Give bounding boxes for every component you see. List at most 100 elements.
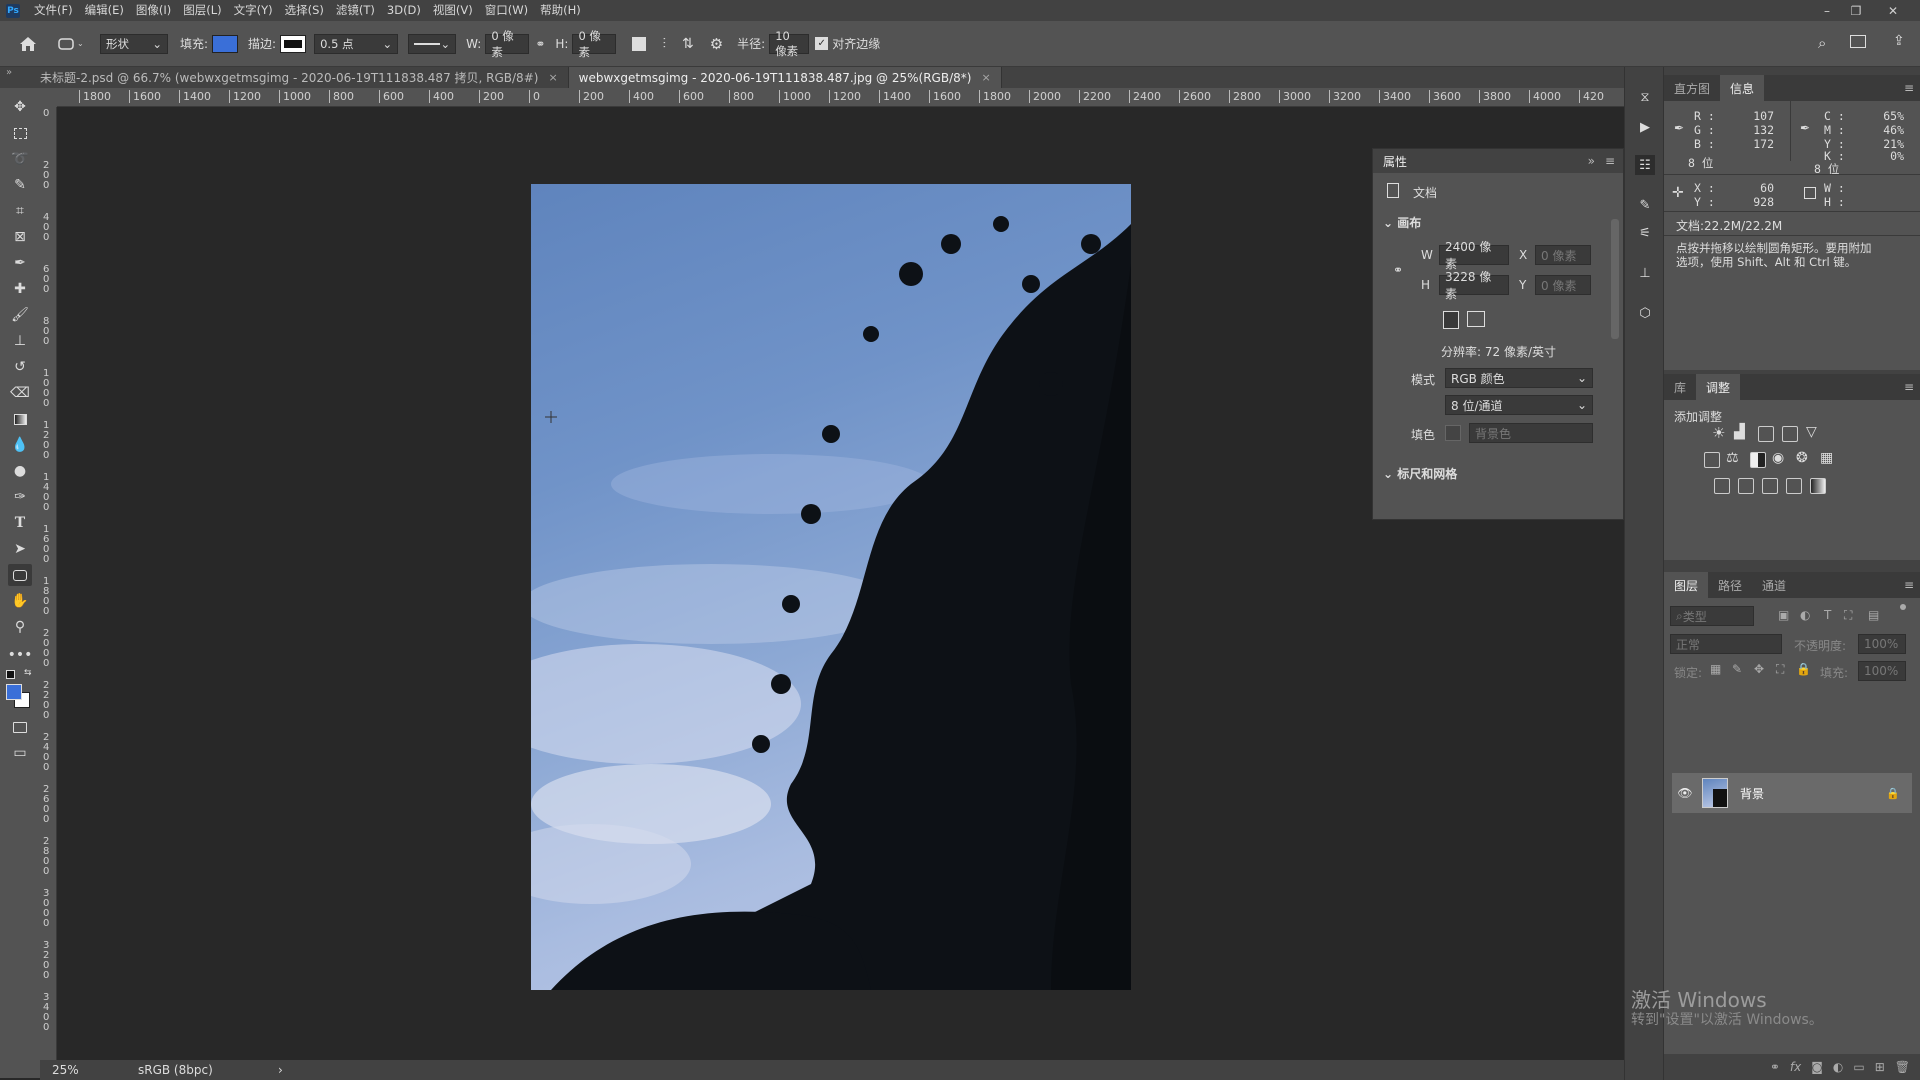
layer-name[interactable]: 背景 — [1740, 785, 1764, 802]
canvas-height-input[interactable]: 3228 像素 — [1439, 270, 1509, 301]
tab-histogram[interactable]: 直方图 — [1664, 75, 1720, 101]
restore-button[interactable]: ❐ — [1843, 0, 1869, 21]
menu-3d[interactable]: 3D(D) — [381, 0, 427, 21]
link-layers-icon[interactable]: ⚭ — [1770, 1060, 1780, 1074]
menu-view[interactable]: 视图(V) — [427, 0, 479, 21]
posterize-icon[interactable] — [1738, 478, 1754, 494]
lock-position-icon[interactable]: ✥ — [1754, 662, 1764, 676]
menu-type[interactable]: 文字(Y) — [228, 0, 279, 21]
canvas-section-toggle[interactable]: ⌄ 画布 — [1383, 214, 1421, 231]
path-alignment-icon[interactable]: ⫶ — [662, 36, 666, 52]
dodge-tool-icon[interactable]: ● — [8, 460, 32, 482]
3d-cube-icon[interactable]: ⬡ — [1635, 303, 1655, 323]
shape-mode-select[interactable]: 形状 ⌄ — [100, 33, 168, 54]
tab-paths[interactable]: 路径 — [1708, 572, 1752, 598]
threshold-icon[interactable] — [1762, 478, 1778, 494]
lasso-tool-icon[interactable]: ➰ — [8, 148, 32, 170]
blend-mode-select[interactable]: 正常 — [1670, 634, 1782, 654]
layer-filter-select[interactable]: ⌕ 类型 — [1670, 606, 1754, 626]
invert-icon[interactable] — [1714, 478, 1730, 494]
frame-tool-icon[interactable]: ⊠ — [8, 226, 32, 248]
default-colors-icon[interactable] — [6, 670, 15, 679]
menu-help[interactable]: 帮助(H) — [534, 0, 587, 21]
search-icon[interactable]: ⌕ — [1818, 34, 1826, 52]
clone-source-icon[interactable]: ⊥ — [1635, 263, 1655, 283]
swap-colors-icon[interactable]: ⇆ — [24, 668, 32, 678]
new-adjustment-icon[interactable]: ◐ — [1833, 1060, 1843, 1074]
history-icon[interactable]: ⧖ — [1635, 87, 1655, 107]
panel-menu-icon[interactable]: ≡ — [1904, 81, 1914, 95]
panel-collapse-icon[interactable]: » — [0, 67, 30, 88]
visibility-eye-icon[interactable]: 👁 — [1672, 786, 1698, 800]
filter-shape-icon[interactable]: ⛶ — [1844, 608, 1852, 623]
portrait-icon[interactable] — [1443, 311, 1459, 329]
fill-select[interactable]: 背景色 — [1469, 423, 1593, 443]
path-operations-icon[interactable] — [632, 36, 647, 51]
filter-smart-icon[interactable]: ▤ — [1868, 608, 1879, 622]
fill-input[interactable]: 100% — [1858, 661, 1906, 681]
tab-libraries[interactable]: 库 — [1664, 374, 1696, 400]
black-white-icon[interactable] — [1750, 452, 1766, 468]
share-icon[interactable]: ⇪ — [1893, 33, 1905, 49]
trash-icon[interactable]: 🗑 — [1895, 1060, 1910, 1074]
adjustments-sliders-icon[interactable]: ⚟ — [1635, 223, 1655, 243]
healing-brush-tool-icon[interactable]: ✚ — [8, 278, 32, 300]
channel-mixer-icon[interactable]: ❂ — [1796, 450, 1808, 466]
panel-scrollbar[interactable] — [1611, 219, 1619, 339]
add-mask-icon[interactable]: ◙ — [1811, 1060, 1823, 1074]
status-arrow-icon[interactable]: › — [278, 1063, 283, 1077]
quick-mask-icon[interactable] — [8, 716, 32, 738]
lock-transparent-icon[interactable]: ▦ — [1710, 662, 1721, 676]
type-tool-icon[interactable]: T — [8, 512, 32, 534]
blur-tool-icon[interactable]: 💧 — [8, 434, 32, 456]
zoom-tool-icon[interactable]: ⚲ — [8, 616, 32, 638]
workspace-icon[interactable] — [1850, 35, 1866, 48]
color-lookup-icon[interactable]: ▦ — [1820, 450, 1833, 466]
gradient-tool-icon[interactable] — [8, 408, 32, 430]
brush-settings-icon[interactable]: ✎ — [1635, 195, 1655, 215]
minimize-button[interactable]: – — [1814, 0, 1840, 21]
filter-toggle-icon[interactable] — [1900, 604, 1906, 610]
properties-icon[interactable]: ☷ — [1635, 155, 1655, 175]
layer-row-background[interactable]: 👁 背景 🔒 — [1672, 773, 1912, 813]
brightness-icon[interactable]: ☀ — [1712, 424, 1725, 442]
eyedropper-tool-icon[interactable]: ✒ — [8, 252, 32, 274]
gradient-map-icon[interactable] — [1810, 478, 1826, 494]
move-tool-icon[interactable]: ✥ — [8, 96, 32, 118]
path-select-tool-icon[interactable]: ➤ — [8, 538, 32, 560]
stroke-type-select[interactable]: ⌄ — [408, 33, 457, 54]
hue-saturation-icon[interactable] — [1704, 452, 1720, 468]
tab-info[interactable]: 信息 — [1720, 75, 1765, 101]
fill-swatch[interactable] — [212, 34, 239, 53]
more-tools-icon[interactable]: ••• — [8, 644, 33, 666]
tab-adjustments[interactable]: 调整 — [1696, 374, 1741, 400]
stroke-swatch[interactable] — [280, 34, 307, 53]
bit-depth-select[interactable]: 8 位/通道 ⌄ — [1445, 395, 1593, 415]
align-edges-checkbox[interactable]: ✓ — [815, 37, 829, 50]
close-button[interactable]: ✕ — [1880, 0, 1906, 21]
stroke-width-input[interactable]: 0.5 点 ⌄ — [314, 33, 399, 54]
panel-menu-icon[interactable]: ≡ — [1605, 154, 1615, 168]
photo-filter-icon[interactable]: ◉ — [1772, 450, 1784, 466]
selective-color-icon[interactable] — [1786, 478, 1802, 494]
menu-select[interactable]: 选择(S) — [279, 0, 330, 21]
filter-type-icon[interactable]: T — [1824, 608, 1831, 622]
home-icon[interactable] — [18, 34, 38, 54]
landscape-icon[interactable] — [1467, 311, 1485, 327]
radius-input[interactable]: 10 像素 — [769, 29, 810, 58]
fx-icon[interactable]: fx — [1790, 1060, 1801, 1074]
collapse-icon[interactable]: » — [1588, 154, 1595, 168]
levels-icon[interactable]: ▟ — [1734, 424, 1745, 440]
width-input[interactable]: 0 像素 — [485, 29, 530, 59]
stamp-tool-icon[interactable]: ⊥ — [8, 330, 32, 352]
fill-color-swatch[interactable] — [1445, 425, 1461, 441]
lock-pixels-icon[interactable]: ✎ — [1732, 662, 1742, 676]
close-icon[interactable]: × — [548, 71, 557, 84]
gear-icon[interactable]: ⚙ — [710, 35, 723, 53]
actions-play-icon[interactable]: ▶ — [1635, 117, 1655, 137]
color-mode-select[interactable]: RGB 颜色 ⌄ — [1445, 368, 1593, 388]
menu-window[interactable]: 窗口(W) — [479, 0, 534, 21]
rulers-grids-section-toggle[interactable]: ⌄ 标尺和网格 — [1383, 465, 1457, 482]
menu-image[interactable]: 图像(I) — [130, 0, 177, 21]
hand-tool-icon[interactable]: ✋ — [8, 590, 32, 612]
